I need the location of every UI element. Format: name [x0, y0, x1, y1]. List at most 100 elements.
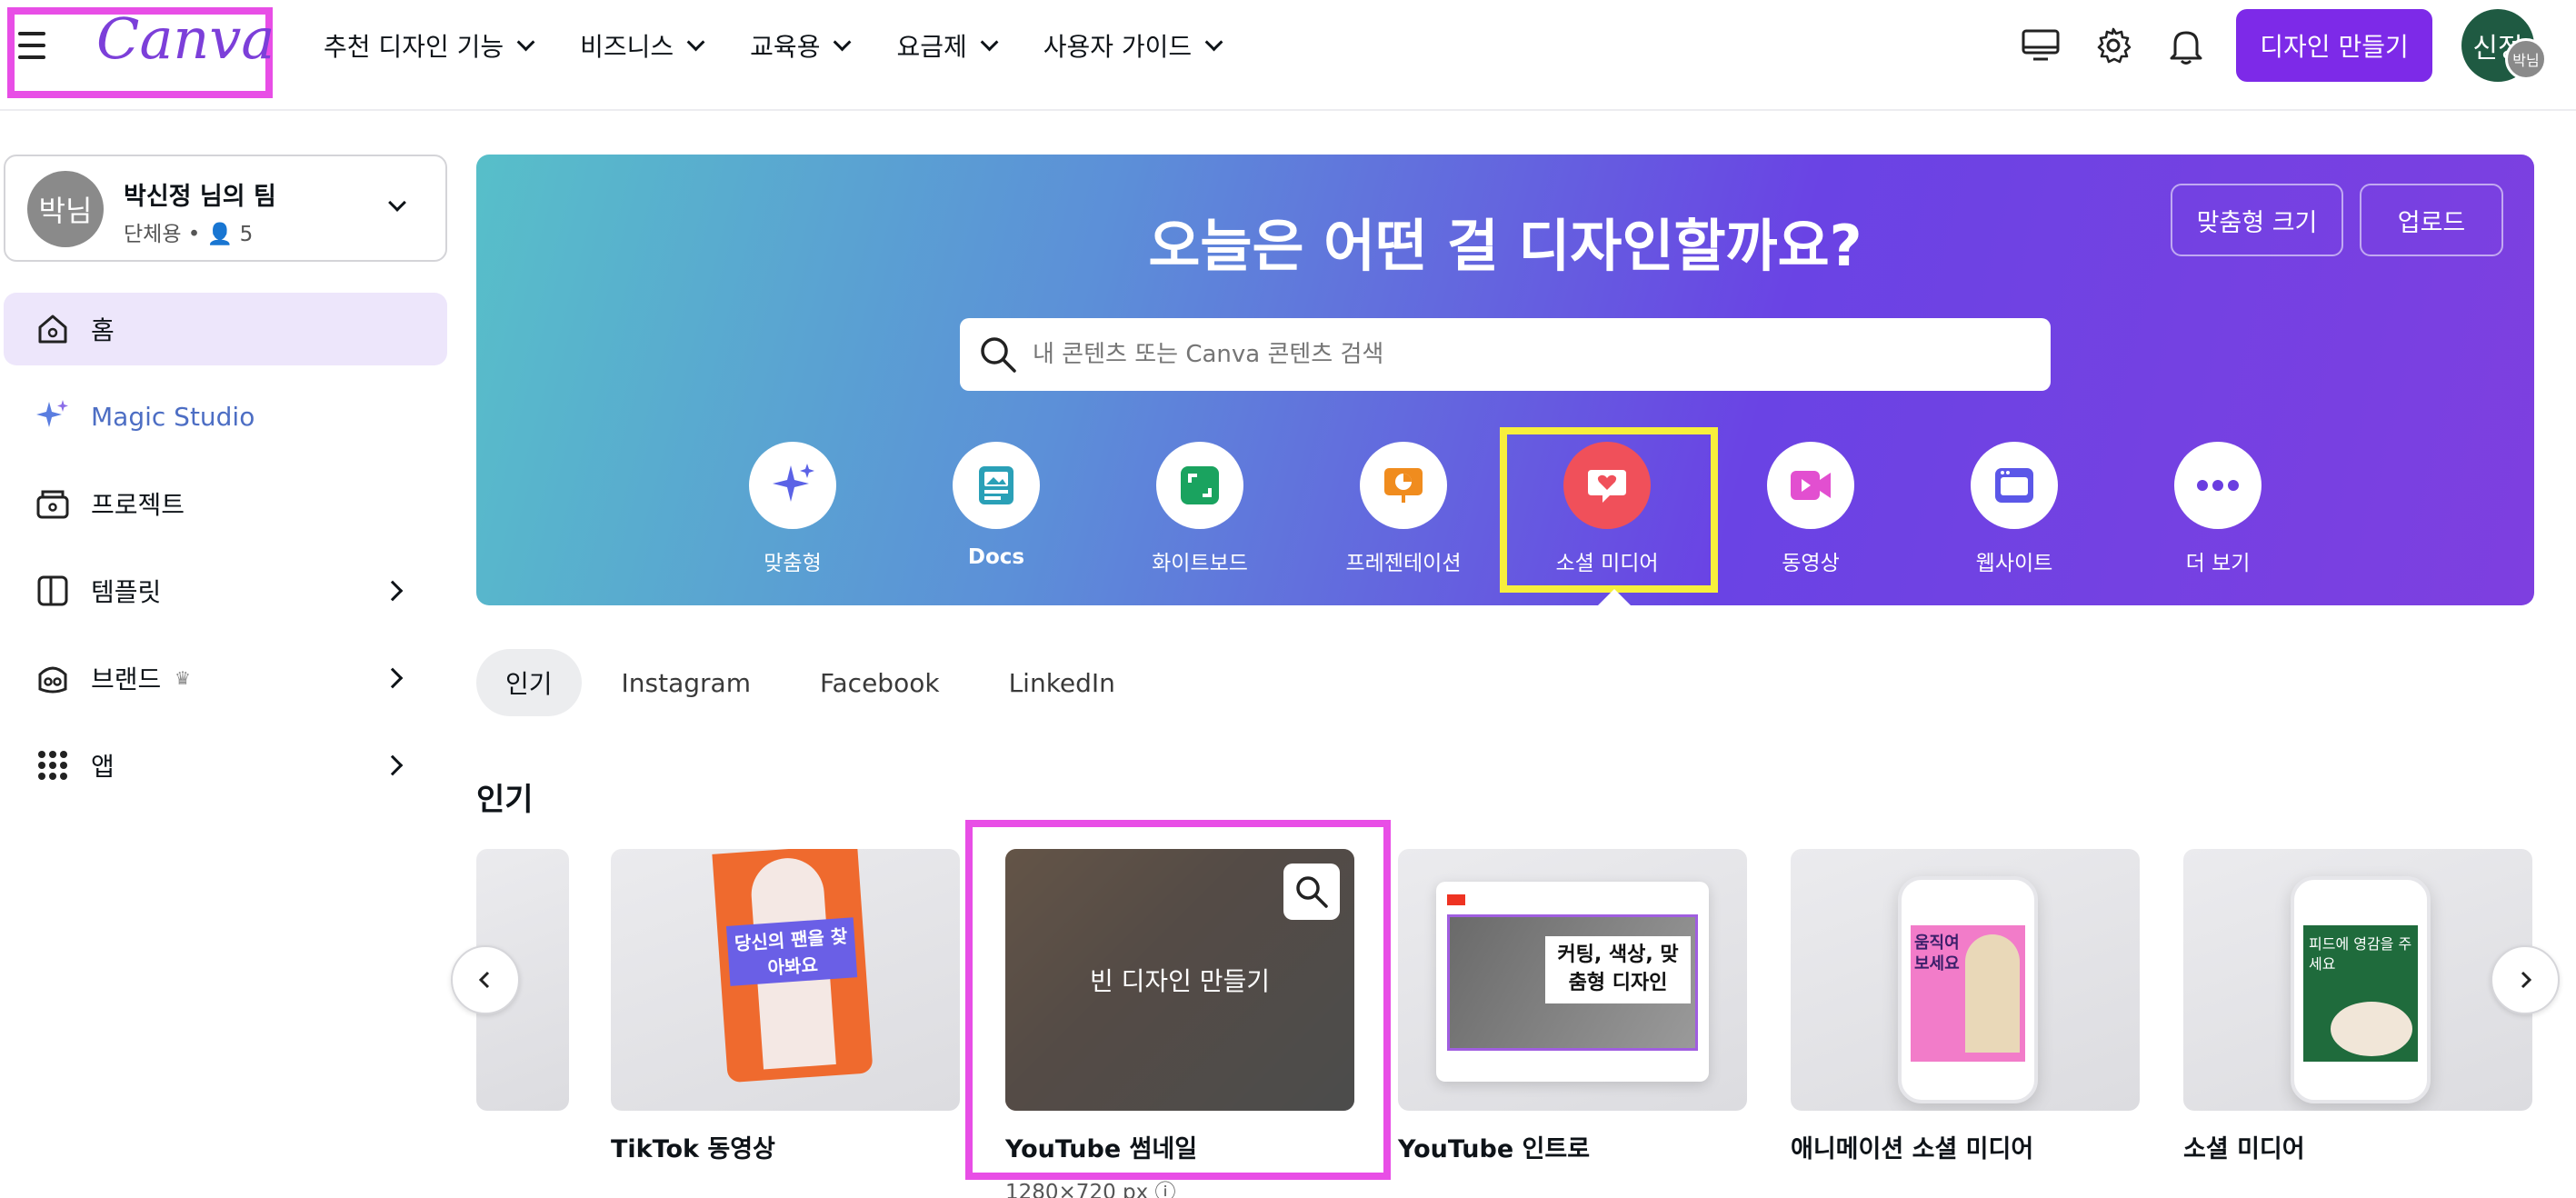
docs-icon — [953, 442, 1040, 529]
social-media-highlight-frame — [1500, 427, 1718, 593]
tab-popular[interactable]: 인기 — [476, 649, 582, 716]
sidebar-item-home[interactable]: 홈 — [4, 293, 447, 365]
animated-thumb-text: 움직여 보세요 — [1914, 933, 1960, 974]
chevron-down-icon — [1204, 33, 1223, 52]
chevron-right-icon — [382, 580, 404, 602]
carousel-next-button[interactable] — [2491, 945, 2560, 1014]
canva-logo[interactable]: Canva — [96, 5, 275, 72]
menu-icon[interactable] — [18, 25, 62, 65]
design-card-label[interactable]: 소셜 미디어 — [2183, 1129, 2305, 1164]
folder-icon — [33, 484, 73, 524]
top-navigation-bar: Canva 추천 디자인 기능 비즈니스 교육용 요금제 사용자 가이드 디자인… — [0, 0, 2576, 111]
team-meta: 단체용 • 👤 5 — [124, 223, 254, 246]
intro-thumb-text: 커팅, 색상, 맞춤형 디자인 — [1545, 936, 1691, 1003]
presentation-icon — [1360, 442, 1447, 529]
template-icon — [33, 571, 73, 611]
category-whiteboard[interactable]: 화이트보드 — [1118, 442, 1282, 576]
tab-facebook[interactable]: Facebook — [791, 649, 969, 716]
create-design-button[interactable]: 디자인 만들기 — [2236, 9, 2432, 82]
phone-mockup: 피드에 영감을 주세요 — [2291, 876, 2431, 1103]
chevron-down-icon — [686, 33, 705, 52]
nav-item-pricing[interactable]: 요금제 — [889, 24, 999, 67]
design-card-label[interactable]: YouTube 인트로 — [1398, 1129, 1590, 1164]
sidebar-item-apps[interactable]: 앱 — [4, 729, 447, 802]
category-label: 프레젠테이션 — [1345, 552, 1462, 575]
design-card-label[interactable]: 애니메이션 소셜 미디어 — [1791, 1129, 2033, 1164]
category-label: 동영상 — [1782, 552, 1840, 575]
sidebar-item-projects[interactable]: 프로젝트 — [4, 467, 447, 540]
chevron-down-icon — [388, 194, 406, 212]
chevron-down-icon — [980, 33, 999, 52]
upload-button[interactable]: 업로드 — [2360, 184, 2503, 256]
sparkle-icon — [33, 396, 73, 436]
sidebar-item-label: 템플릿 — [91, 577, 162, 607]
youtube-thumbnail-highlight-frame — [965, 820, 1391, 1180]
team-avatar: 박님 — [27, 171, 104, 247]
chevron-right-icon — [382, 667, 404, 689]
settings-gear-icon[interactable] — [2091, 25, 2136, 65]
design-card-tiktok[interactable]: 당신의 팬을 찾아봐요 — [611, 849, 960, 1111]
sidebar-item-label: Magic Studio — [91, 401, 255, 432]
apps-grid-icon — [33, 745, 73, 785]
social-thumb-text: 피드에 영감을 주세요 — [2309, 935, 2412, 973]
nav-item-business[interactable]: 비즈니스 — [573, 24, 706, 67]
category-label: Docs — [967, 545, 1025, 569]
category-website[interactable]: 웹사이트 — [1932, 442, 2096, 576]
tiktok-thumb-artwork: 당신의 팬을 찾아봐요 — [712, 849, 874, 1083]
team-avatar-badge: 박님 — [2505, 38, 2547, 80]
category-docs[interactable]: Docs — [914, 442, 1078, 569]
tab-instagram[interactable]: Instagram — [593, 649, 780, 716]
nav-item-user-guide[interactable]: 사용자 가이드 — [1036, 24, 1224, 67]
category-label: 웹사이트 — [1975, 552, 2053, 575]
sidebar-item-label: 홈 — [91, 315, 115, 345]
sidebar-item-label: 앱 — [91, 752, 115, 782]
category-label: 맞춤형 — [764, 552, 822, 575]
home-icon — [33, 309, 73, 349]
notification-bell-icon[interactable] — [2163, 25, 2209, 65]
design-card-youtube-intro[interactable]: 커팅, 색상, 맞춤형 디자인 — [1398, 849, 1747, 1111]
design-card-animated-social[interactable]: 움직여 보세요 — [1791, 849, 2140, 1111]
crown-icon: ♛ — [175, 667, 191, 689]
sidebar-item-label: 브랜드 — [91, 664, 162, 694]
category-custom[interactable]: 맞춤형 — [711, 442, 874, 576]
video-icon — [1767, 442, 1854, 529]
tiktok-thumb-text: 당신의 팬을 찾아봐요 — [725, 917, 858, 986]
more-dots-icon — [2174, 442, 2261, 529]
search-icon — [978, 334, 1018, 374]
category-more[interactable]: 더 보기 — [2136, 442, 2300, 576]
play-icon — [1447, 894, 1465, 905]
chevron-down-icon — [516, 33, 535, 52]
custom-size-button[interactable]: 맞춤형 크기 — [2171, 184, 2343, 256]
nav-item-featured[interactable]: 추천 디자인 기능 — [316, 24, 536, 67]
carousel-prev-button[interactable] — [451, 945, 520, 1014]
category-presentation[interactable]: 프레젠테이션 — [1322, 442, 1485, 576]
subcategory-tabs: 인기 Instagram Facebook LinkedIn — [476, 649, 1144, 716]
search-bar[interactable] — [960, 318, 2051, 391]
search-input[interactable] — [1033, 331, 2023, 378]
category-video[interactable]: 동영상 — [1729, 442, 1892, 576]
sidebar-item-brand[interactable]: 브랜드 ♛ — [4, 642, 447, 714]
tab-linkedin[interactable]: LinkedIn — [980, 649, 1144, 716]
chevron-left-icon — [478, 971, 490, 989]
main-nav-menu: 추천 디자인 기능 비즈니스 교육용 요금제 사용자 가이드 — [316, 24, 1224, 67]
design-card-label[interactable]: TikTok 동영상 — [611, 1129, 775, 1164]
chevron-right-icon — [2521, 971, 2532, 989]
desktop-app-icon[interactable] — [2018, 25, 2063, 65]
category-label: 화이트보드 — [1152, 552, 1248, 575]
sidebar-item-label: 프로젝트 — [91, 490, 185, 520]
sidebar-item-templates[interactable]: 템플릿 — [4, 554, 447, 627]
team-name: 박신정 님의 팀 — [124, 183, 276, 211]
section-title: 인기 — [476, 782, 534, 818]
phone-mockup: 움직여 보세요 — [1898, 876, 2038, 1103]
chevron-down-icon — [834, 33, 852, 52]
nav-item-education[interactable]: 교육용 — [743, 24, 853, 67]
category-label: 더 보기 — [2185, 552, 2251, 575]
selected-category-indicator — [1598, 589, 1631, 605]
chevron-right-icon — [382, 754, 404, 776]
sidebar-item-magic-studio[interactable]: Magic Studio — [4, 380, 447, 453]
website-icon — [1971, 442, 2058, 529]
design-card-social-media[interactable]: 피드에 영감을 주세요 — [2183, 849, 2532, 1111]
team-switcher[interactable]: 박님 박신정 님의 팀 단체용 • 👤 5 — [4, 155, 447, 262]
sparkle-icon — [749, 442, 836, 529]
brand-icon — [33, 658, 73, 698]
